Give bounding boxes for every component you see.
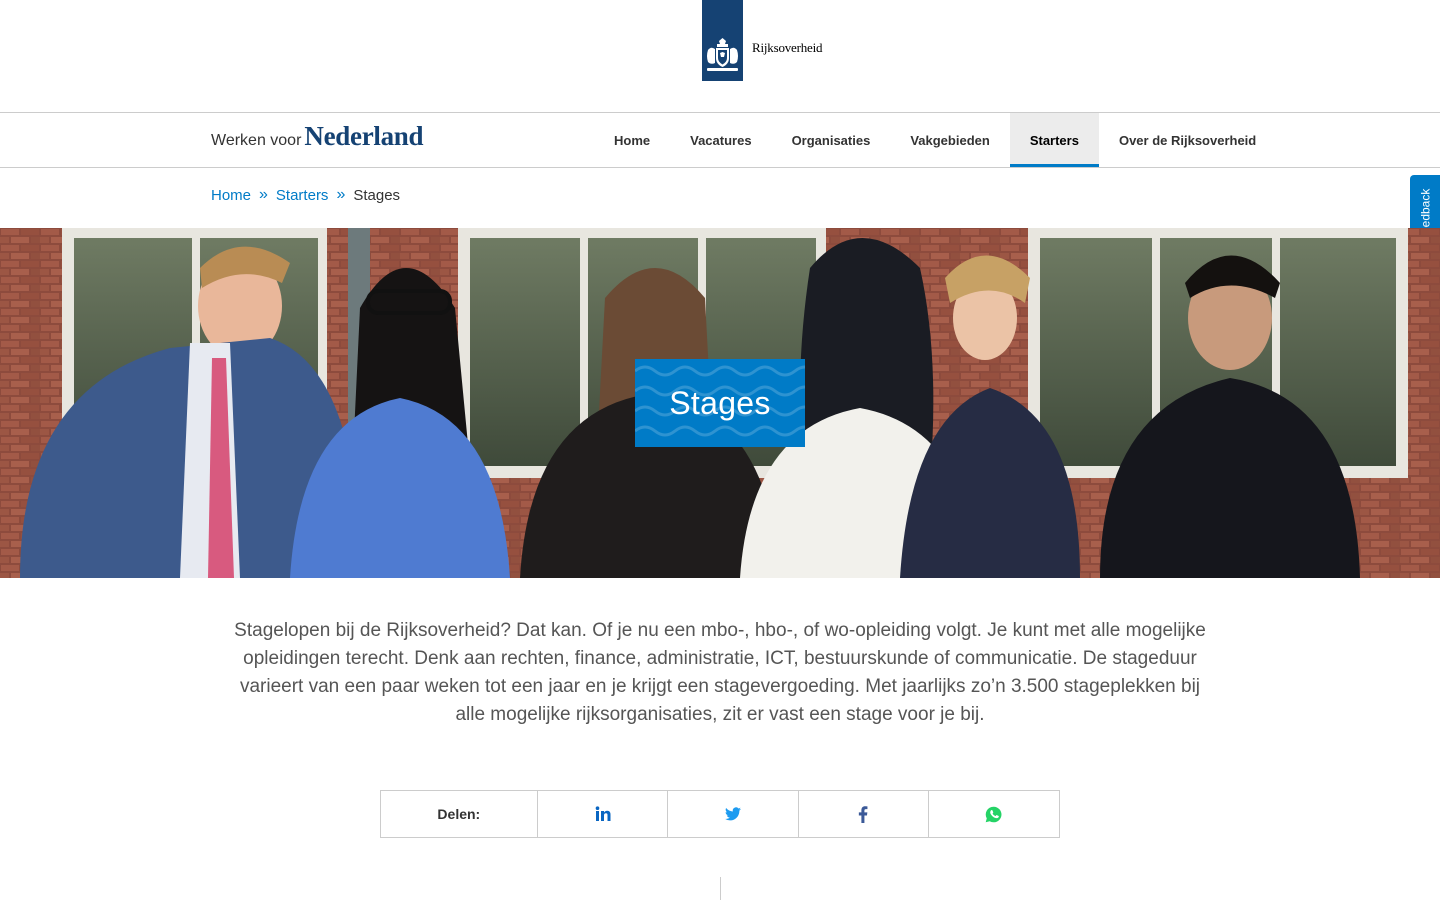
breadcrumb-separator: » <box>259 186 268 203</box>
brand-name: Nederland <box>304 121 424 151</box>
site-brand-link[interactable]: Werken voor Nederland <box>211 121 424 161</box>
linkedin-icon <box>595 806 611 821</box>
intro-text: Stagelopen bij de Rijksoverheid? Dat kan… <box>234 620 1206 725</box>
breadcrumb: Home » Starters » Stages <box>211 186 400 204</box>
breadcrumb-home[interactable]: Home <box>211 187 251 204</box>
brand-prefix: Werken voor <box>211 132 302 149</box>
hero-banner: Stages <box>0 228 1440 578</box>
nav-item-home[interactable]: Home <box>594 113 670 167</box>
share-bar: Delen: <box>380 790 1060 838</box>
hero-title-box: Stages <box>635 359 805 447</box>
breadcrumb-separator: » <box>336 186 346 203</box>
logo-text: Rijksoverheid <box>752 40 823 55</box>
nav-item-vakgebieden[interactable]: Vakgebieden <box>890 113 1009 167</box>
nav-item-vacatures[interactable]: Vacatures <box>670 113 771 167</box>
nav-item-organisaties[interactable]: Organisaties <box>772 113 891 167</box>
breadcrumb-starters[interactable]: Starters <box>276 187 329 204</box>
facebook-icon <box>859 805 868 823</box>
rijksoverheid-logo[interactable] <box>702 0 743 81</box>
site-header: Rijksoverheid <box>0 0 1440 113</box>
breadcrumb-current: Stages <box>353 186 401 204</box>
nav-item-starters[interactable]: Starters <box>1009 113 1099 167</box>
page-title: Stages <box>669 384 771 421</box>
whatsapp-icon <box>986 806 1002 822</box>
share-whatsapp-button[interactable] <box>929 791 1059 837</box>
main-navigation: Werken voor Nederland Home Vacatures Org… <box>0 113 1440 168</box>
twitter-icon <box>724 807 741 821</box>
share-linkedin-button[interactable] <box>538 791 669 837</box>
share-label: Delen: <box>381 791 538 837</box>
section-divider <box>720 877 721 900</box>
share-twitter-button[interactable] <box>668 791 799 837</box>
share-facebook-button[interactable] <box>799 791 929 837</box>
coat-of-arms-icon <box>707 38 738 71</box>
nav-item-over-de-rijksoverheid[interactable]: Over de Rijksoverheid <box>1099 113 1276 167</box>
nav-menu: Home Vacatures Organisaties Vakgebieden … <box>594 113 1276 167</box>
